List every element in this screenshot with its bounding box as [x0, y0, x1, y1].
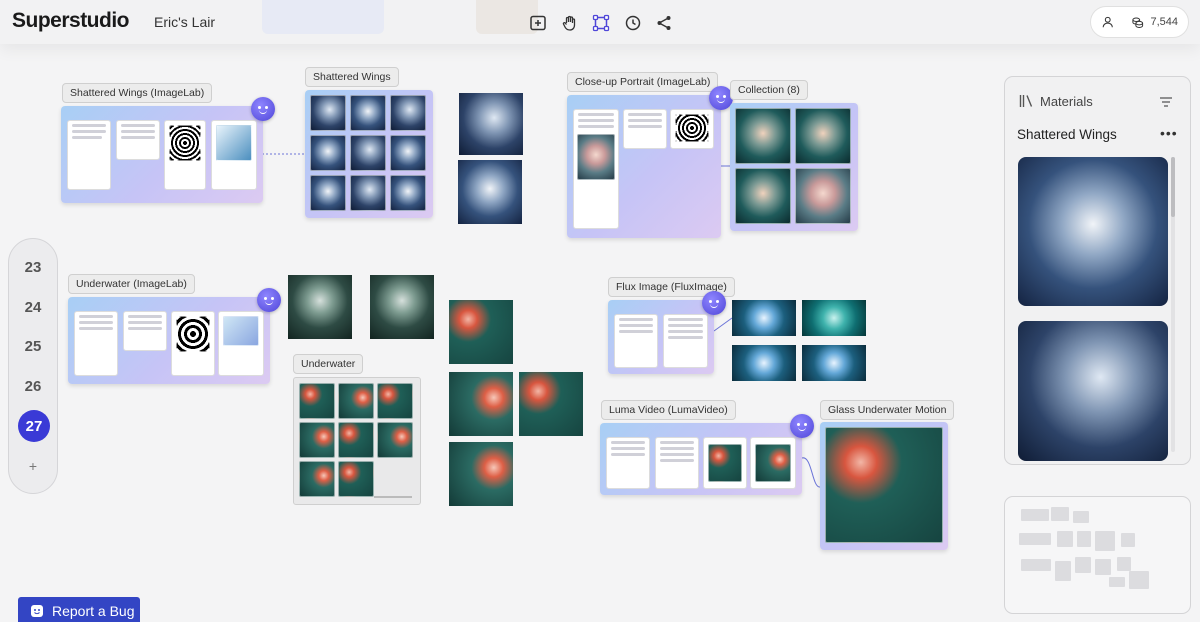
materials-panel: Materials Shattered Wings •••: [1004, 76, 1191, 465]
layout-card: [218, 311, 264, 376]
node-label-shattered-wings[interactable]: Shattered Wings: [305, 67, 399, 87]
stencil-card: [171, 311, 215, 376]
gallery-thumbnail[interactable]: [795, 168, 851, 224]
canvas-image[interactable]: [449, 372, 513, 436]
subject-card: [67, 120, 111, 190]
canvas-image[interactable]: [458, 160, 522, 224]
canvas-image[interactable]: [519, 372, 583, 436]
subject-card: [614, 314, 658, 368]
image-details-card: [116, 120, 160, 160]
agent-bot-icon[interactable]: [251, 97, 275, 121]
image-details-card: [663, 314, 708, 368]
gallery-thumbnail[interactable]: [735, 168, 791, 224]
stencil-card: [164, 120, 206, 190]
video-preview[interactable]: [825, 427, 943, 543]
material-image[interactable]: [1018, 321, 1168, 461]
material-image[interactable]: [1018, 157, 1168, 306]
materials-scrollbar[interactable]: [1171, 157, 1175, 452]
gallery-node-shattered-wings[interactable]: [305, 90, 433, 218]
subject-card: [573, 109, 619, 229]
filter-icon: [1160, 97, 1172, 107]
gallery-thumbnail[interactable]: [350, 95, 386, 131]
gallery-thumbnail[interactable]: [299, 383, 335, 419]
canvas-image[interactable]: [802, 345, 866, 381]
canvas-image[interactable]: [802, 300, 866, 336]
gallery-thumbnail[interactable]: [735, 108, 791, 164]
gallery-thumbnail[interactable]: [310, 95, 346, 131]
agent-bot-icon[interactable]: [790, 414, 814, 438]
gallery-thumbnail[interactable]: [390, 175, 426, 211]
subject-card: [74, 311, 118, 376]
agent-bot-icon[interactable]: [257, 288, 281, 312]
gallery-thumbnail[interactable]: [795, 108, 851, 164]
node-label-underwater[interactable]: Underwater: [293, 354, 364, 374]
image-details-card: [623, 109, 667, 149]
imagelab-node-underwater[interactable]: [68, 297, 270, 384]
materials-folder-name: Shattered Wings: [1017, 127, 1117, 142]
gallery-thumbnail[interactable]: [350, 175, 386, 211]
video-details-card: [655, 437, 699, 489]
imagelab-node-shattered[interactable]: [61, 106, 263, 203]
end-keyframe-card: [750, 437, 796, 489]
gallery-node-underwater[interactable]: [293, 377, 421, 505]
report-bug-label: Report a Bug: [52, 603, 135, 619]
gallery-scrollbar[interactable]: [374, 496, 412, 498]
gallery-thumbnail[interactable]: [310, 175, 346, 211]
canvas-image[interactable]: [449, 442, 513, 506]
canvas-minimap[interactable]: [1004, 496, 1191, 614]
gallery-thumbnail[interactable]: [350, 135, 386, 171]
node-label-closeup-imagelab[interactable]: Close-up Portrait (ImageLab): [567, 72, 719, 92]
more-options-icon[interactable]: •••: [1160, 125, 1178, 141]
materials-title: Materials: [1040, 94, 1093, 109]
canvas-image[interactable]: [449, 300, 513, 364]
agent-bot-icon[interactable]: [702, 291, 726, 315]
filter-button[interactable]: [1155, 91, 1177, 113]
video-node-glass-motion[interactable]: [820, 422, 948, 550]
canvas-image[interactable]: [459, 93, 523, 155]
gallery-thumbnail[interactable]: [390, 95, 426, 131]
node-label-luma-video[interactable]: Luma Video (LumaVideo): [601, 400, 736, 420]
canvas-image[interactable]: [732, 300, 796, 336]
node-label-collection[interactable]: Collection (8): [730, 80, 808, 100]
node-label-shattered-imagelab[interactable]: Shattered Wings (ImageLab): [62, 83, 213, 103]
canvas-image[interactable]: [370, 275, 434, 339]
gallery-thumbnail[interactable]: [338, 422, 374, 458]
gallery-thumbnail[interactable]: [299, 461, 335, 497]
canvas-image[interactable]: [288, 275, 352, 339]
bug-face-icon: [31, 605, 43, 617]
report-bug-button[interactable]: Report a Bug: [18, 597, 140, 622]
gallery-thumbnail[interactable]: [338, 461, 374, 497]
stencil-card: [670, 109, 714, 149]
gallery-thumbnail[interactable]: [377, 422, 413, 458]
fluximage-node[interactable]: [608, 300, 714, 374]
gallery-thumbnail[interactable]: [310, 135, 346, 171]
library-icon: [1019, 94, 1035, 108]
subject-card: [606, 437, 650, 489]
lumavideo-node[interactable]: [600, 423, 802, 495]
node-label-underwater-imagelab[interactable]: Underwater (ImageLab): [68, 274, 195, 294]
layout-card: [211, 120, 257, 190]
collection-node[interactable]: [730, 103, 858, 231]
gallery-thumbnail[interactable]: [377, 383, 413, 419]
image-details-card: [123, 311, 167, 351]
imagelab-node-closeup[interactable]: [567, 95, 721, 238]
node-label-glass-motion[interactable]: Glass Underwater Motion: [820, 400, 955, 420]
canvas-image[interactable]: [732, 345, 796, 381]
start-keyframe-card: [703, 437, 747, 489]
gallery-thumbnail[interactable]: [338, 383, 374, 419]
gallery-thumbnail[interactable]: [299, 422, 335, 458]
gallery-thumbnail[interactable]: [390, 135, 426, 171]
